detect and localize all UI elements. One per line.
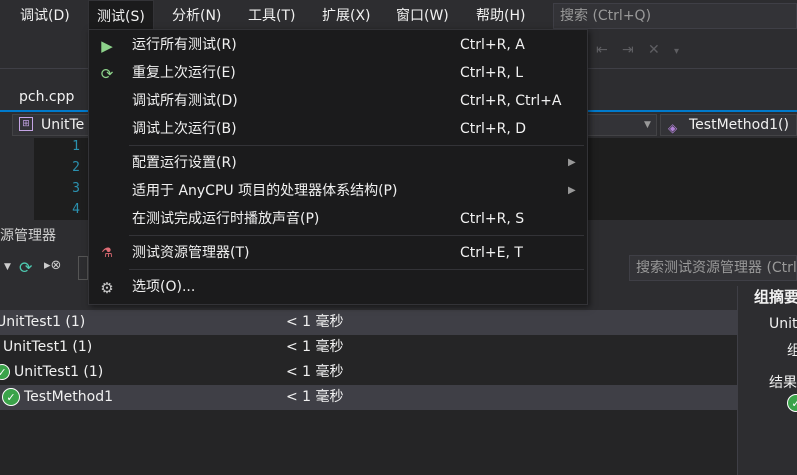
menu-test-explorer[interactable]: ⚗ 测试资源管理器(T) Ctrl+E, T bbox=[90, 239, 586, 267]
test-row-selected[interactable]: ✓ TestMethod1 < 1 毫秒 bbox=[0, 385, 737, 410]
menu-tools[interactable]: 工具(T) bbox=[240, 0, 303, 32]
menu-separator bbox=[129, 145, 584, 146]
test-row[interactable]: ✓ UnitTest1 (1) < 1 毫秒 bbox=[0, 360, 737, 385]
editor-gutter bbox=[0, 138, 34, 220]
project-icon: ⊞ bbox=[19, 117, 33, 131]
test-duration: < 1 毫秒 bbox=[286, 389, 344, 405]
toolbar-overflow-icon[interactable]: ▾ bbox=[674, 46, 679, 57]
global-search-input[interactable]: 搜索 (Ctrl+Q) bbox=[553, 3, 797, 29]
menu-test[interactable]: 测试(S) bbox=[88, 0, 154, 32]
menu-extensions[interactable]: 扩展(X) bbox=[314, 0, 379, 32]
test-duration: < 1 毫秒 bbox=[286, 314, 344, 330]
menu-repeat-last-run[interactable]: ⟳ 重复上次运行(E) Ctrl+R, L bbox=[90, 59, 586, 87]
summary-unit: Unit bbox=[769, 316, 797, 332]
menu-debug[interactable]: 调试(D) bbox=[12, 0, 78, 32]
test-row[interactable]: UnitTest1 (1) < 1 毫秒 bbox=[0, 335, 737, 360]
menu-analyze[interactable]: 分析(N) bbox=[164, 0, 229, 32]
menu-run-all-tests[interactable]: ▶ 运行所有测试(R) Ctrl+R, A bbox=[90, 31, 586, 59]
filter-box[interactable] bbox=[78, 256, 88, 280]
project-dropdown-label: UnitTe bbox=[41, 117, 85, 133]
menu-options[interactable]: ⚙ 选项(O)... bbox=[90, 273, 586, 301]
menu-debug-all-tests[interactable]: 调试所有测试(D) Ctrl+R, Ctrl+A bbox=[90, 87, 586, 115]
pass-icon: ✓ bbox=[0, 364, 10, 380]
menu-help[interactable]: 帮助(H) bbox=[468, 0, 533, 32]
menu-configure-run-settings[interactable]: 配置运行设置(R) ▶ bbox=[90, 149, 586, 177]
test-list: UnitTest1 (1) < 1 毫秒 UnitTest1 (1) < 1 毫… bbox=[0, 310, 737, 475]
repeat-icon: ⟳ bbox=[100, 65, 114, 83]
scope-dropdown[interactable]: ▼ bbox=[585, 114, 657, 136]
test-explorer-title: 源管理器 bbox=[0, 228, 56, 244]
menu-processor-architecture[interactable]: 适用于 AnyCPU 项目的处理器体系结构(P) ▶ bbox=[90, 177, 586, 205]
test-menu-dropdown: ▶ 运行所有测试(R) Ctrl+R, A ⟳ 重复上次运行(E) Ctrl+R… bbox=[88, 29, 588, 305]
test-explorer-icon: ⚗ bbox=[101, 246, 113, 261]
test-duration: < 1 毫秒 bbox=[286, 364, 344, 380]
refresh-icon[interactable]: ⟳ bbox=[19, 258, 32, 277]
project-dropdown[interactable]: ⊞ UnitTe bbox=[12, 114, 96, 136]
summary-panel: 组摘要 Unit 组 结果 ✓ bbox=[737, 286, 797, 475]
test-search-input[interactable]: 搜索测试资源管理器 (Ctrl bbox=[629, 255, 797, 281]
chevron-down-icon: ▼ bbox=[644, 120, 651, 130]
summary-result: 结果 bbox=[769, 375, 797, 391]
test-row[interactable]: UnitTest1 (1) < 1 毫秒 bbox=[0, 310, 737, 335]
test-name: UnitTest1 (1) bbox=[14, 364, 104, 380]
line-number: 2 bbox=[72, 160, 80, 175]
menu-separator bbox=[129, 235, 584, 236]
bookmark-clear-icon[interactable]: ✕ bbox=[648, 42, 660, 58]
test-name: UnitTest1 (1) bbox=[3, 339, 93, 355]
tab-pch-cpp[interactable]: pch.cpp bbox=[8, 84, 85, 110]
line-number: 3 bbox=[72, 181, 80, 196]
test-name: TestMethod1 bbox=[24, 389, 113, 405]
menu-separator bbox=[129, 269, 584, 270]
submenu-arrow-icon: ▶ bbox=[568, 157, 576, 168]
bookmark-prev-icon[interactable]: ⇤ bbox=[596, 42, 608, 58]
summary-group: 组 bbox=[787, 343, 797, 359]
bookmark-next-icon[interactable]: ⇥ bbox=[622, 42, 634, 58]
cancel-run-icon[interactable]: ▸⊗ bbox=[44, 258, 61, 273]
test-duration: < 1 毫秒 bbox=[286, 339, 344, 355]
test-name: UnitTest1 (1) bbox=[0, 314, 86, 330]
menu-play-sound[interactable]: 在测试完成运行时播放声音(P) Ctrl+R, S bbox=[90, 205, 586, 233]
dropdown-arrow-icon[interactable]: ▼ bbox=[4, 262, 11, 272]
gear-icon: ⚙ bbox=[100, 279, 114, 297]
menu-debug-last-run[interactable]: 调试上次运行(B) Ctrl+R, D bbox=[90, 115, 586, 143]
member-dropdown[interactable]: ◈ TestMethod1() bbox=[660, 114, 797, 136]
line-number: 1 bbox=[72, 139, 80, 154]
member-dropdown-label: TestMethod1() bbox=[689, 117, 789, 133]
pass-icon: ✓ bbox=[787, 394, 797, 412]
run-all-icon: ▶ bbox=[101, 37, 113, 55]
submenu-arrow-icon: ▶ bbox=[568, 185, 576, 196]
menu-window[interactable]: 窗口(W) bbox=[388, 0, 457, 32]
method-icon: ◈ bbox=[668, 121, 678, 135]
pass-icon: ✓ bbox=[2, 388, 20, 406]
summary-title: 组摘要 bbox=[754, 288, 797, 306]
line-number: 4 bbox=[72, 202, 80, 217]
